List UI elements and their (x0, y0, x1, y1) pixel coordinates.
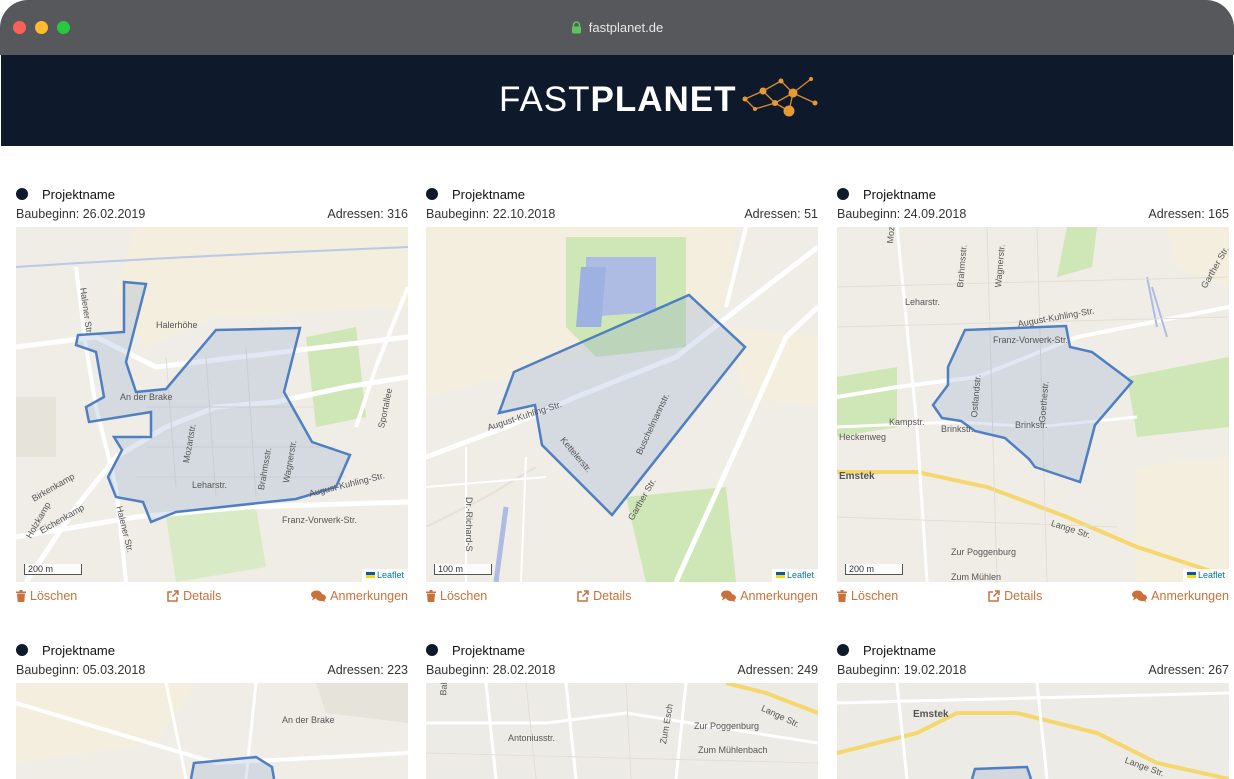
street-label: Kampstr. (889, 417, 925, 427)
start-date: Baubeginn: 28.02.2018 (426, 663, 556, 677)
project-card: Projektname Baubeginn: 05.03.2018 Adresse… (16, 602, 408, 779)
network-logo-icon (742, 77, 818, 117)
logo-text-planet: PLANET (590, 80, 737, 119)
street-label: Zur Poggenburg (951, 547, 1017, 557)
start-date: Baubeginn: 19.02.2018 (837, 663, 967, 677)
project-name[interactable]: Projektname (452, 187, 525, 202)
status-dot (16, 644, 28, 656)
start-date: Baubeginn: 26.02.2019 (16, 207, 146, 221)
logo-text-fast: FAST (499, 80, 591, 119)
project-card: Projektname Baubeginn: 22.10.2018 Adresse… (426, 146, 818, 606)
external-link-icon (988, 590, 1000, 602)
street-label: An der Brake (120, 392, 173, 402)
place-label: Emstek (839, 471, 875, 482)
project-map[interactable]: Halener Str. Halerhöhe An der Brake Moza… (16, 227, 408, 582)
street-label: Heckenweg (839, 432, 887, 442)
delete-button[interactable]: Löschen (426, 589, 487, 603)
flag-icon (775, 572, 785, 578)
details-button[interactable]: Details (577, 589, 631, 603)
street-label: Leharstr. (905, 297, 941, 307)
address-count: Adressen: 316 (327, 207, 408, 221)
street-label: Halerhöhe (156, 320, 198, 330)
comments-icon (311, 590, 327, 602)
browser-window: fastplanet.de FASTPLANET Projektname Bau… (0, 0, 1234, 779)
external-link-icon (167, 590, 179, 602)
address-bar[interactable]: fastplanet.de (0, 20, 1234, 38)
street-label: Antoniusstr. (508, 733, 556, 743)
street-label: Zum Mühlen (951, 572, 1002, 582)
street-label: Zum Mühlenbach (698, 745, 768, 755)
address-count: Adressen: 249 (737, 663, 818, 677)
project-map[interactable]: Bahnhofstr. Zur Poggenburg Antoniusstr. … (426, 683, 818, 779)
lock-icon (571, 21, 582, 38)
map-scale: 200 m (845, 564, 903, 575)
status-dot (426, 644, 438, 656)
project-map[interactable]: August-Kuhling-Str. Kettelerstr. Buschel… (426, 227, 818, 582)
start-date: Baubeginn: 05.03.2018 (16, 663, 146, 677)
external-link-icon (577, 590, 589, 602)
comments-button[interactable]: Anmerkungen (721, 589, 818, 603)
status-dot (426, 188, 438, 200)
map-attribution[interactable]: Leaflet (771, 569, 818, 582)
street-label: Brinkstr. (941, 424, 974, 434)
address-count: Adressen: 51 (744, 207, 818, 221)
address-count: Adressen: 165 (1148, 207, 1229, 221)
project-name[interactable]: Projektname (863, 643, 936, 658)
flag-icon (365, 572, 375, 578)
project-map[interactable]: Emstek Lange Str. (837, 683, 1229, 779)
start-date: Baubeginn: 22.10.2018 (426, 207, 556, 221)
project-name[interactable]: Projektname (452, 643, 525, 658)
street-label: Brinkstr. (1015, 420, 1048, 430)
comments-button[interactable]: Anmerkungen (311, 589, 408, 603)
project-card: Projektname Baubeginn: 28.02.2018 Adresse… (426, 602, 818, 779)
street-label: Zur Poggenburg (694, 721, 760, 731)
project-card: Projektname Baubeginn: 24.09.2018 Adresse… (837, 146, 1229, 606)
project-name[interactable]: Projektname (42, 187, 115, 202)
street-label: Franz-Vorwerk-Str. (282, 515, 358, 525)
trash-icon (16, 590, 26, 602)
details-button[interactable]: Details (988, 589, 1042, 603)
start-date: Baubeginn: 24.09.2018 (837, 207, 967, 221)
comments-icon (721, 590, 737, 602)
browser-titlebar: fastplanet.de (0, 0, 1234, 55)
site-header: FASTPLANET (1, 55, 1233, 146)
map-attribution[interactable]: Leaflet (1182, 569, 1229, 582)
map-attribution[interactable]: Leaflet (361, 569, 408, 582)
status-dot (837, 188, 849, 200)
project-grid: Projektname Baubeginn: 26.02.2019 Adresse… (1, 146, 1233, 779)
url-text: fastplanet.de (588, 20, 664, 35)
comments-icon (1132, 590, 1148, 602)
status-dot (837, 644, 849, 656)
project-card: Projektname Baubeginn: 19.02.2018 Adresse… (837, 602, 1229, 779)
project-name[interactable]: Projektname (863, 187, 936, 202)
place-label: Emstek (913, 709, 949, 720)
trash-icon (426, 590, 436, 602)
comments-button[interactable]: Anmerkungen (1132, 589, 1229, 603)
delete-button[interactable]: Löschen (837, 589, 898, 603)
flag-icon (1186, 572, 1196, 578)
project-name[interactable]: Projektname (42, 643, 115, 658)
trash-icon (837, 590, 847, 602)
street-label: Dr.-Richard-S (464, 497, 474, 552)
project-map[interactable]: An der Brake (16, 683, 408, 779)
street-label: Leharstr. (192, 480, 228, 490)
street-label: Franz-Vorwerk-Str. (993, 335, 1069, 345)
project-map[interactable]: Mozartstr. Brahmsstr. Wagnerstr. Leharst… (837, 227, 1229, 582)
address-count: Adressen: 267 (1148, 663, 1229, 677)
details-button[interactable]: Details (167, 589, 221, 603)
map-scale: 100 m (434, 564, 492, 575)
project-card: Projektname Baubeginn: 26.02.2019 Adresse… (16, 146, 408, 606)
map-scale: 200 m (24, 564, 82, 575)
street-label: An der Brake (282, 715, 335, 725)
address-count: Adressen: 223 (327, 663, 408, 677)
status-dot (16, 188, 28, 200)
fastplanet-logo[interactable]: FASTPLANET (499, 77, 819, 123)
delete-button[interactable]: Löschen (16, 589, 77, 603)
